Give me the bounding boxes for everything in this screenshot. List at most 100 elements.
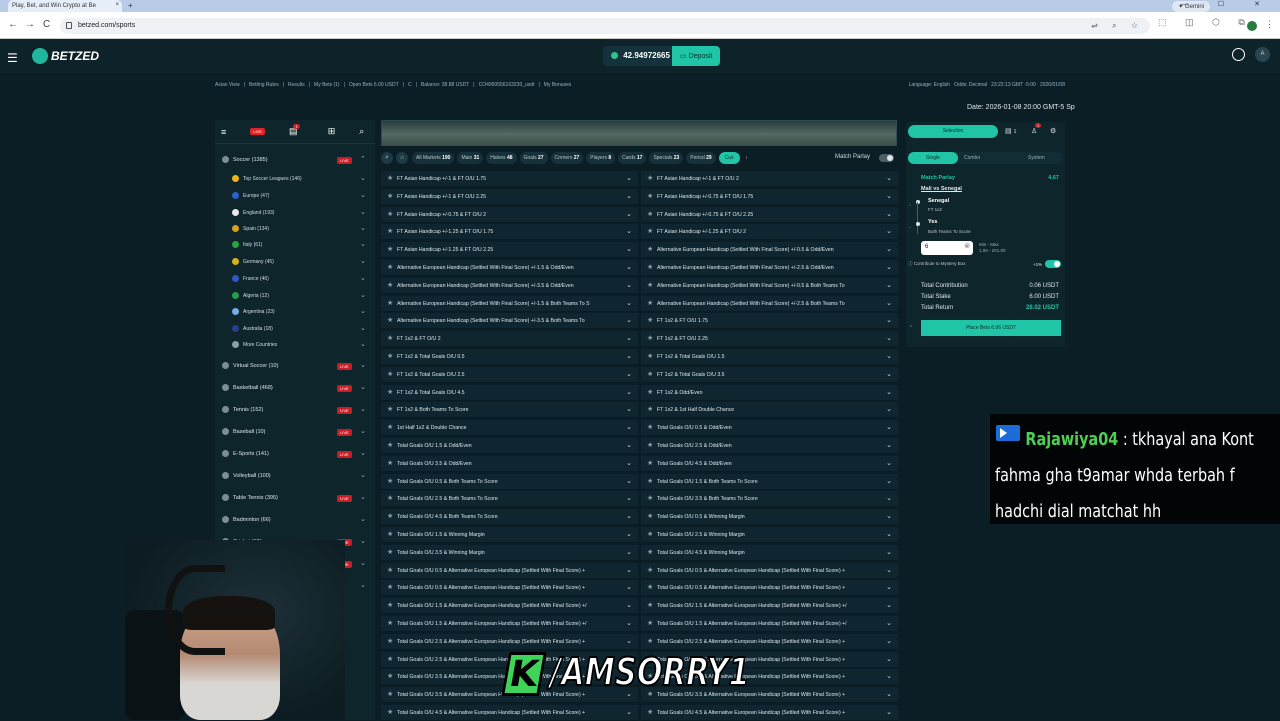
favorite-star-icon[interactable]: ★: [387, 227, 393, 235]
favorite-star-icon[interactable]: ★: [647, 512, 653, 520]
odds-format-select[interactable]: Odds: Decimal: [954, 82, 987, 88]
market-row[interactable]: ★ Alternative European Handicap (Settled …: [381, 313, 638, 330]
chevron-down-icon[interactable]: ⌄: [360, 208, 366, 216]
trash-icon[interactable]: ▫: [910, 324, 912, 330]
chevron-icon[interactable]: ⌄: [360, 559, 366, 567]
settings-gear-icon[interactable]: ⚙: [1050, 127, 1056, 135]
home-icon[interactable]: ⌂: [396, 152, 408, 164]
sport-item[interactable]: Tennis (152): [222, 406, 263, 413]
chevron-down-icon[interactable]: ⌄: [886, 370, 892, 378]
chevron-down-icon[interactable]: ⌄: [886, 174, 892, 182]
favorite-star-icon[interactable]: ★: [647, 494, 653, 502]
chevron-down-icon[interactable]: ⌄: [626, 637, 632, 645]
browser-tab[interactable]: Play, Bet, and Win Crypto at Be ×: [8, 0, 122, 12]
filter-chip-custom[interactable]: Cus: [718, 152, 740, 164]
market-row[interactable]: ★ FT 1x2 & Odd/Even ⌄: [641, 384, 898, 401]
favorite-star-icon[interactable]: ★: [647, 174, 653, 182]
favorite-star-icon[interactable]: ★: [647, 192, 653, 200]
chevron-icon[interactable]: ⌄: [360, 383, 366, 391]
favorite-star-icon[interactable]: ★: [387, 370, 393, 378]
favorite-star-icon[interactable]: ★: [387, 299, 393, 307]
chevron-down-icon[interactable]: ⌄: [886, 477, 892, 485]
market-row[interactable]: ★ Total Goals O/U 3.5 & Both Teams To Sco…: [641, 491, 898, 508]
market-row[interactable]: ★ Total Goals O/U 0.5 & Alternative Europ…: [641, 562, 898, 579]
place-bets-button[interactable]: Place Bets 6.06 USDT: [921, 320, 1061, 336]
filter-chip[interactable]: Specials 23: [649, 152, 684, 164]
market-row[interactable]: ★ Total Goals O/U 4.5 & Alternative Europ…: [641, 705, 898, 721]
chevron-down-icon[interactable]: ⌄: [626, 370, 632, 378]
market-row[interactable]: ★ Alternative European Handicap (Settled …: [641, 260, 898, 276]
market-row[interactable]: ★ Total Goals O/U 1.5 & Winning Margin ⌄: [381, 527, 638, 543]
sub-link[interactable]: Asian View: [215, 82, 240, 88]
market-row[interactable]: ★ Total Goals O/U 0.5 & Winning Margin ⌄: [641, 509, 898, 526]
chevron-down-icon[interactable]: ⌄: [626, 352, 632, 360]
favorite-star-icon[interactable]: ★: [647, 281, 653, 289]
favorite-star-icon[interactable]: ★: [647, 619, 653, 627]
chevron-down-icon[interactable]: ⌄: [360, 274, 366, 282]
favorite-star-icon[interactable]: ★: [647, 405, 653, 413]
chevron-down-icon[interactable]: ⌄: [886, 655, 892, 663]
sport-item[interactable]: Virtual Soccer (10): [222, 362, 278, 369]
chevron-icon[interactable]: ⌄: [360, 537, 366, 545]
favorite-star-icon[interactable]: ★: [647, 601, 653, 609]
market-row[interactable]: ★ Total Goals O/U 1.5 & Alternative Europ…: [641, 598, 898, 615]
tab-single[interactable]: Single: [908, 152, 958, 164]
chevron-down-icon[interactable]: ⌄: [360, 291, 366, 299]
market-search-icon[interactable]: ⌕: [381, 152, 393, 164]
favorite-star-icon[interactable]: ★: [387, 601, 393, 609]
favorite-star-icon[interactable]: ★: [387, 583, 393, 591]
favorite-star-icon[interactable]: ★: [647, 459, 653, 467]
sub-link[interactable]: CO4950556163230_usdt: [479, 82, 535, 88]
trash-icon[interactable]: ▫: [909, 203, 911, 209]
address-bar-icons[interactable]: ⇌ ⌕ ☆: [1091, 21, 1144, 31]
league-item[interactable]: Germany (45): [232, 258, 274, 265]
favorite-star-icon[interactable]: ★: [387, 192, 393, 200]
favorite-star-icon[interactable]: ★: [387, 708, 393, 716]
favorite-star-icon[interactable]: ★: [647, 530, 653, 538]
chevron-down-icon[interactable]: ⌄: [626, 708, 632, 716]
tab-system[interactable]: System: [1028, 155, 1045, 161]
chevron-down-icon[interactable]: ⌄: [886, 459, 892, 467]
chevron-down-icon[interactable]: ⌄: [886, 210, 892, 218]
league-item[interactable]: Top Soccer Leagues (146): [232, 175, 302, 182]
sidebar-menu-icon[interactable]: ≡: [221, 127, 226, 137]
favorite-star-icon[interactable]: ★: [647, 370, 653, 378]
chevron-down-icon[interactable]: ⌄: [626, 477, 632, 485]
league-item[interactable]: Algeria (12): [232, 292, 269, 299]
betzed-logo[interactable]: BETZED: [32, 48, 99, 64]
favorite-star-icon[interactable]: ★: [387, 655, 393, 663]
market-row[interactable]: ★ FT Asian Handicap +/-1 & FT O/U 2.25 ⌄: [381, 188, 638, 205]
market-row[interactable]: ★ Total Goals O/U 4.5 & Odd/Even ⌄: [641, 455, 898, 472]
chevron-down-icon[interactable]: ⌄: [886, 281, 892, 289]
market-row[interactable]: ★ Alternative European Handicap (Settled …: [641, 277, 898, 294]
chevron-down-icon[interactable]: ⌄: [886, 708, 892, 716]
chevron-icon[interactable]: ⌄: [360, 515, 366, 523]
market-row[interactable]: ★ Total Goals O/U 1.5 & Odd/Even ⌄: [381, 438, 638, 454]
favorite-star-icon[interactable]: ★: [387, 334, 393, 342]
chevron-down-icon[interactable]: ⌄: [886, 530, 892, 538]
sport-item[interactable]: E-Sports (141): [222, 450, 269, 457]
new-tab-button[interactable]: +: [128, 1, 133, 10]
market-row[interactable]: ★ FT 1x2 & Total Goals O/U 1.5 ⌄: [641, 349, 898, 365]
chevron-down-icon[interactable]: ⌄: [626, 405, 632, 413]
favorite-star-icon[interactable]: ★: [647, 316, 653, 324]
chevron-down-icon[interactable]: ⌄: [626, 512, 632, 520]
menu-icon[interactable]: ☰: [7, 51, 18, 65]
chevron-down-icon[interactable]: ⌄: [886, 263, 892, 271]
chevron-down-icon[interactable]: ⌄: [886, 494, 892, 502]
chevron-down-icon[interactable]: ⌄: [886, 548, 892, 556]
chat-icon[interactable]: [1232, 48, 1245, 61]
deposit-button[interactable]: ▭ Deposit: [672, 46, 720, 66]
user-avatar-icon[interactable]: A: [1255, 47, 1270, 62]
language-select[interactable]: Language: English: [909, 82, 950, 88]
favorite-star-icon[interactable]: ★: [387, 672, 393, 680]
chevron-down-icon[interactable]: ⌄: [626, 583, 632, 591]
sport-item[interactable]: Badminton (66): [222, 516, 271, 523]
chevron-down-icon[interactable]: ⌄: [886, 388, 892, 396]
market-row[interactable]: ★ Total Goals O/U 1.5 & Alternative Europ…: [381, 598, 638, 615]
profile-avatar[interactable]: [1247, 21, 1257, 31]
tab-close-icon[interactable]: ×: [115, 2, 119, 8]
filter-chip[interactable]: Period 29: [686, 152, 716, 164]
market-row[interactable]: ★ FT Asian Handicap +/-1 & FT O/U 2 ⌄: [641, 171, 898, 187]
chevron-down-icon[interactable]: ⌄: [360, 307, 366, 315]
